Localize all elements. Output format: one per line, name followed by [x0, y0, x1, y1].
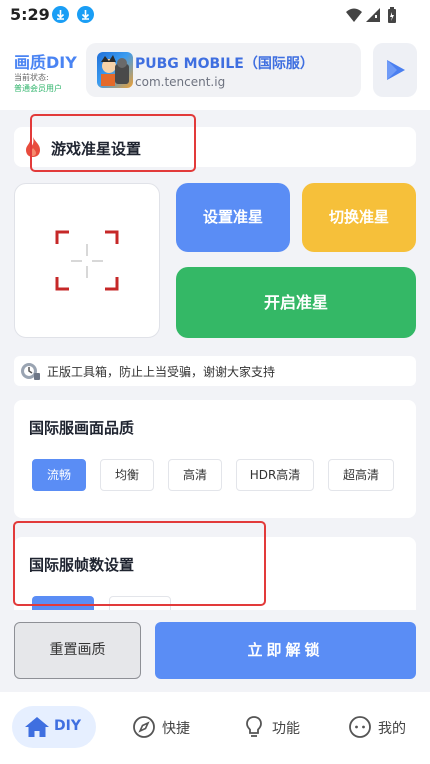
nav-label: 我的: [378, 721, 406, 737]
nav-item-features[interactable]: 功能: [234, 706, 314, 748]
status-bar: 5:29: [0, 0, 430, 32]
play-store-icon: [387, 60, 405, 80]
status-time: 5:29: [10, 5, 50, 24]
content-scroll-area[interactable]: 游戏准星设置 设置准星 切换准星 开启准星 正版工具箱，防止上当受骗，谢谢大家支…: [0, 110, 430, 610]
status-label: 当前状态:: [14, 73, 49, 82]
notice-text: 正版工具箱，防止上当受骗，谢谢大家支持: [47, 365, 276, 379]
bottom-actions: 重置画质 立即解锁: [0, 610, 430, 692]
nav-item-diy[interactable]: DIY: [12, 706, 96, 748]
switch-crosshair-button[interactable]: 切换准星: [302, 183, 416, 252]
selected-game-card[interactable]: PUBG MOBILE（国际服） com.tencent.ig: [86, 43, 361, 97]
nav-label: 快捷: [162, 721, 190, 737]
game-icon: [97, 52, 133, 88]
highlight-frame: [30, 114, 196, 172]
game-package: com.tencent.ig: [135, 75, 226, 89]
home-icon: [25, 717, 49, 737]
unlock-button[interactable]: 立即解锁: [155, 622, 416, 679]
member-status: 普通会员用户: [14, 84, 62, 93]
quality-option-hd[interactable]: 高清: [168, 459, 222, 491]
highlight-frame: [13, 521, 266, 606]
crosshair-preview: [14, 183, 160, 338]
notice-bar: 正版工具箱，防止上当受骗，谢谢大家支持: [14, 356, 416, 386]
reset-quality-button[interactable]: 重置画质: [14, 622, 141, 679]
nav-item-mine[interactable]: 我的: [340, 706, 420, 748]
quality-card: 国际服画面品质 流畅 均衡 高清 HDR高清 超高清: [14, 400, 416, 518]
quality-title: 国际服画面品质: [29, 419, 135, 437]
toolbox-icon: [21, 363, 40, 380]
nav-label: DIY: [54, 718, 81, 734]
compass-icon: [133, 716, 155, 738]
download-icon: [52, 6, 69, 23]
battery-icon: [388, 7, 396, 23]
quality-option-balanced[interactable]: 均衡: [100, 459, 154, 491]
nav-label: 功能: [272, 721, 300, 737]
enable-crosshair-button[interactable]: 开启准星: [176, 267, 416, 338]
signal-icon: [366, 8, 380, 22]
quality-option-smooth[interactable]: 流畅: [32, 459, 86, 491]
wifi-icon: [346, 8, 362, 22]
game-name: PUBG MOBILE（国际服）: [135, 56, 314, 72]
chat-icon: [349, 716, 371, 738]
brand-title: 画质DIY: [14, 53, 77, 72]
bottom-nav: DIY 快捷 功能 我的: [0, 692, 430, 764]
download-icon: [77, 6, 94, 23]
set-crosshair-button[interactable]: 设置准星: [176, 183, 290, 252]
quality-option-ultra[interactable]: 超高清: [328, 459, 394, 491]
launch-game-button[interactable]: [373, 43, 417, 97]
status-icons: [344, 6, 400, 30]
app-header: 画质DIY 当前状态: 普通会员用户 PUBG MOBILE（国际服） com.…: [0, 32, 430, 110]
nav-item-shortcuts[interactable]: 快捷: [124, 706, 204, 748]
crosshair-icon: [55, 230, 119, 291]
quality-option-hdr[interactable]: HDR高清: [236, 459, 314, 491]
lightbulb-icon: [246, 716, 262, 737]
